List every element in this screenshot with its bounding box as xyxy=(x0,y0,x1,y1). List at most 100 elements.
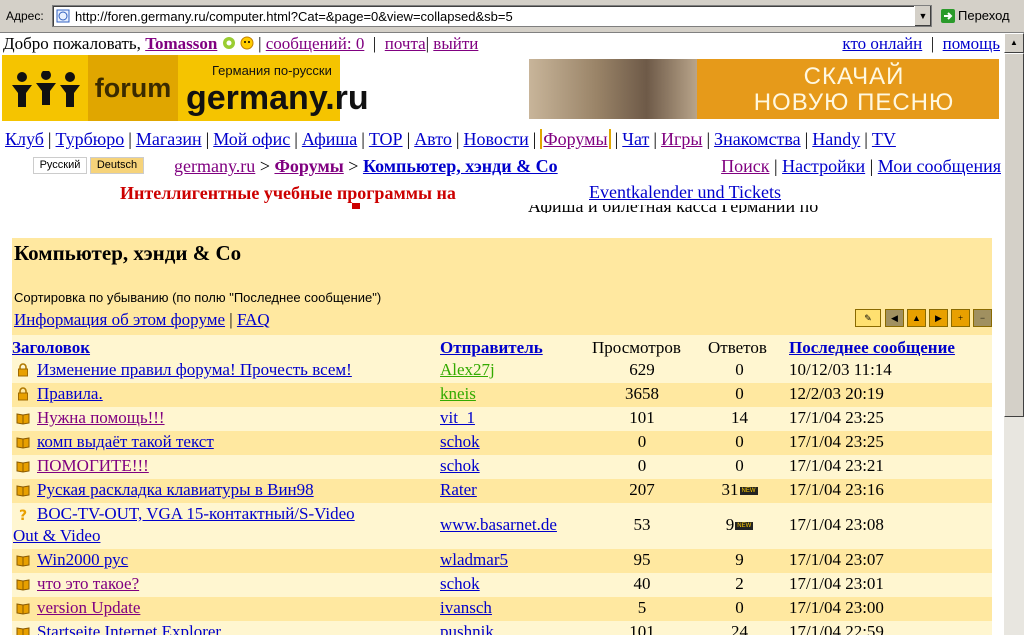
table-row[interactable]: Изменение правил форума! Прочесть всем! A… xyxy=(12,359,992,383)
col-author-header[interactable]: Отправитель xyxy=(440,338,543,358)
main-nav: Клуб | Турбюро | Магазин | Мой офис | Афиша | TOP |… xyxy=(5,129,896,150)
logout-link[interactable]: выйти xyxy=(433,34,478,53)
topic-author-link[interactable]: wladmar5 xyxy=(440,550,508,570)
topic-views: 0 xyxy=(637,456,647,475)
nav-item-4[interactable]: Афиша xyxy=(302,129,357,149)
address-dropdown-button[interactable]: ▼ xyxy=(914,6,931,26)
who-online-link[interactable]: кто онлайн xyxy=(842,34,922,53)
username-link[interactable]: Tomasson xyxy=(145,34,217,53)
search-link[interactable]: Поиск xyxy=(721,156,769,176)
new-post-icon[interactable]: ✎ xyxy=(855,309,881,327)
nav-item-2[interactable]: Магазин xyxy=(136,129,202,149)
col-title-header[interactable]: Заголовок xyxy=(12,338,90,358)
table-row[interactable]: комп выдаёт такой текст schok 0 0 17/1/04 23… xyxy=(12,431,992,455)
nav-separator: | xyxy=(532,129,537,149)
topic-author-link[interactable]: schok xyxy=(440,574,480,594)
breadcrumb-current[interactable]: Компьютер, хэнди & Co xyxy=(363,156,558,176)
nav-item-6[interactable]: Авто xyxy=(414,129,452,149)
topic-author-link[interactable]: vit_1 xyxy=(440,408,475,428)
table-row[interactable]: Нужна помощь!!! vit_1 101 14 17/1/04 23:25 xyxy=(12,407,992,431)
vertical-scrollbar[interactable]: ▲ xyxy=(1004,33,1024,635)
topic-title-link[interactable]: ПОМОГИТЕ!!! xyxy=(37,456,149,476)
nav-item-1[interactable]: Турбюро xyxy=(56,129,125,149)
breadcrumb-sep: > xyxy=(259,156,270,176)
nav-item-13[interactable]: TV xyxy=(872,129,896,149)
messages-link[interactable]: сообщений: 0 xyxy=(266,34,365,53)
logo-forum-text: forum xyxy=(88,55,178,121)
address-input[interactable]: http://foren.germany.ru/computer.html?Ca… xyxy=(52,5,932,27)
breadcrumb-home[interactable]: germany.ru xyxy=(174,156,255,176)
topic-author-link[interactable]: schok xyxy=(440,432,480,452)
topic-replies-cell: 2 xyxy=(702,574,777,594)
faq-link[interactable]: FAQ xyxy=(237,310,270,329)
lang-russian-button[interactable]: Русский xyxy=(33,157,87,174)
topic-title-link[interactable]: Правила. xyxy=(37,384,103,404)
table-row[interactable]: Win2000 рус wladmar5 95 9 17/1/04 23:07 xyxy=(12,549,992,573)
topic-author-link[interactable]: www.basarnet.de xyxy=(440,515,557,535)
table-row[interactable]: Startseite Internet Explorer pushnik 101 24… xyxy=(12,621,992,635)
topic-author-link[interactable]: Rater xyxy=(440,480,477,500)
nav-item-5[interactable]: TOP xyxy=(369,129,403,149)
mail-link[interactable]: почта xyxy=(385,34,426,53)
next-arrow-icon[interactable]: ▶ xyxy=(929,309,948,327)
banner-line1: СКАЧАЙ xyxy=(803,63,905,90)
topic-last-post: 12/2/03 20:19 xyxy=(789,384,884,403)
topic-title-link[interactable]: что это такое? xyxy=(37,574,139,594)
ad-banner[interactable]: СКАЧАЙ НОВУЮ ПЕСНЮ xyxy=(529,59,999,119)
topic-title-link[interactable]: Win2000 рус xyxy=(37,550,128,570)
my-messages-link[interactable]: Мои сообщения xyxy=(878,156,1001,176)
forum-info-link[interactable]: Информация об этом форуме xyxy=(14,310,225,329)
table-row[interactable]: Руская раскладка клавиатуры в Вин98 Rater… xyxy=(12,479,992,503)
text-ad-event-desc: Афиша и билетная касса Германии по xyxy=(528,205,818,213)
table-row[interactable]: что это такое? schok 40 2 17/1/04 23:01 xyxy=(12,573,992,597)
topic-title-link[interactable]: Нужна помощь!!! xyxy=(37,408,165,428)
topic-title-link[interactable]: BOC-TV-OUT, VGA 15-контактный/S-Video xyxy=(37,504,355,524)
site-logo[interactable]: forum Германия по-русски germany.ru xyxy=(2,55,369,121)
topic-replies-cell: 14 xyxy=(702,408,777,428)
nav-item-8[interactable]: Форумы xyxy=(540,129,611,149)
scroll-thumb[interactable] xyxy=(1004,53,1024,417)
up-arrow-icon[interactable]: ▲ xyxy=(907,309,926,327)
nav-item-12[interactable]: Handy xyxy=(812,129,860,149)
topic-title-link[interactable]: Изменение правил форума! Прочесть всем! xyxy=(37,360,352,380)
nav-item-0[interactable]: Клуб xyxy=(5,129,44,149)
nav-separator: | xyxy=(128,129,132,149)
topic-author-link[interactable]: kneis xyxy=(440,384,476,404)
settings-link[interactable]: Настройки xyxy=(782,156,865,176)
table-row[interactable]: version Update ivansch 5 0 17/1/04 23:00 xyxy=(12,597,992,621)
expand-icon[interactable]: + xyxy=(951,309,970,327)
lock-icon xyxy=(18,363,28,377)
topic-author-link[interactable]: Alex27j xyxy=(440,360,495,380)
topic-author-link[interactable]: ivansch xyxy=(440,598,492,618)
collapse-icon[interactable]: − xyxy=(973,309,992,327)
table-row[interactable]: Правила. kneis 3658 0 12/2/03 20:19 xyxy=(12,383,992,407)
topic-title-link[interactable]: Startseite Internet Explorer xyxy=(37,622,221,635)
topic-title-link[interactable]: version Update xyxy=(37,598,140,618)
text-ad-event[interactable]: Eventkalender und Tickets xyxy=(589,182,781,203)
first-page-icon[interactable]: ◀ xyxy=(885,309,904,327)
table-row[interactable]: ПОМОГИТЕ!!! schok 0 0 17/1/04 23:21 xyxy=(12,455,992,479)
scroll-up-button[interactable]: ▲ xyxy=(1004,33,1024,53)
topic-author-link[interactable]: pushnik xyxy=(440,622,494,635)
lang-german-button[interactable]: Deutsch xyxy=(90,157,144,174)
go-button[interactable]: Переход xyxy=(938,5,1018,27)
new-badge: NEW xyxy=(735,522,754,531)
nav-item-7[interactable]: Новости xyxy=(463,129,528,149)
nav-item-3[interactable]: Мой офис xyxy=(213,129,290,149)
topic-replies-cell: 0 xyxy=(702,598,777,618)
topic-title-link[interactable]: комп выдаёт такой текст xyxy=(37,432,214,452)
topic-author-link[interactable]: schok xyxy=(440,456,480,476)
help-link[interactable]: помощь xyxy=(943,34,1000,53)
col-last-header[interactable]: Последнее сообщение xyxy=(789,338,955,358)
breadcrumb-forums[interactable]: Форумы xyxy=(274,156,343,176)
table-row[interactable]: ? BOC-TV-OUT, VGA 15-контактный/S-Video Ou… xyxy=(12,503,992,549)
nav-item-11[interactable]: Знакомства xyxy=(714,129,801,149)
book-icon xyxy=(16,555,30,567)
nav-item-10[interactable]: Игры xyxy=(661,129,702,149)
topic-title-link-cont[interactable]: Out & Video xyxy=(13,526,100,546)
nav-item-9[interactable]: Чат xyxy=(622,129,649,149)
text-ad-red[interactable]: Интеллигентные учебные программы на xyxy=(120,183,456,204)
topic-last-post: 17/1/04 23:01 xyxy=(789,574,884,593)
topic-last-post: 17/1/04 23:21 xyxy=(789,456,884,475)
topic-title-link[interactable]: Руская раскладка клавиатуры в Вин98 xyxy=(37,480,314,500)
